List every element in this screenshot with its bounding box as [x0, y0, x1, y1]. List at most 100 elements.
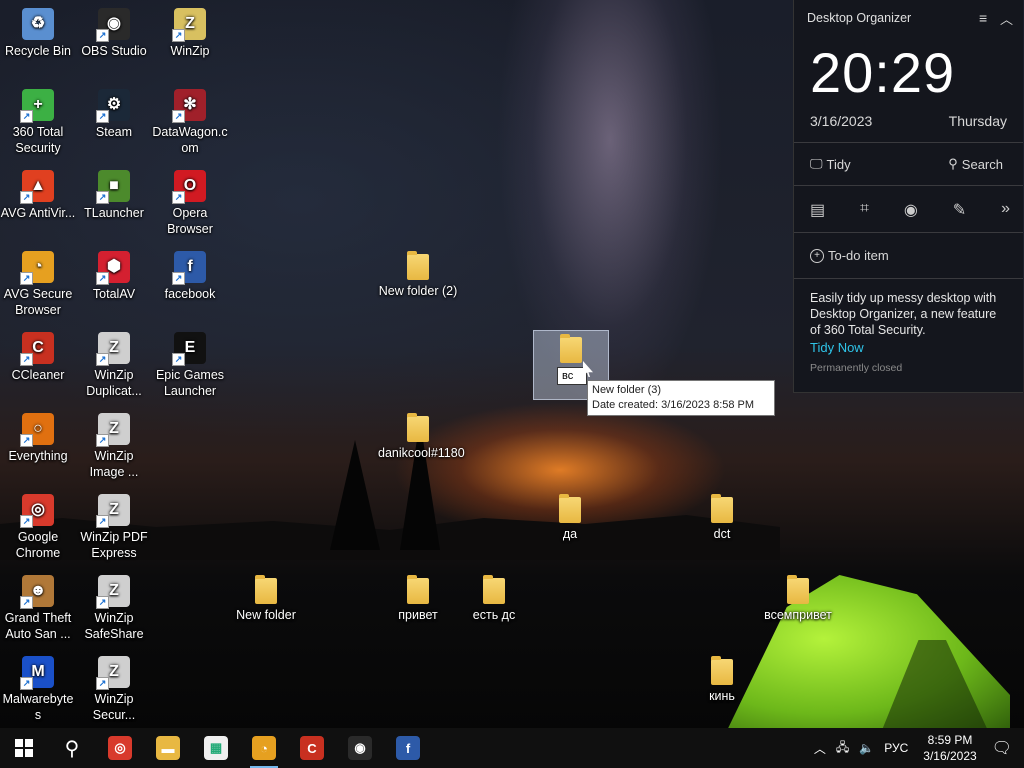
- winzip-secure-icon: Z ↗: [96, 656, 130, 690]
- crop-icon[interactable]: ⌗: [860, 200, 869, 220]
- desktop-icon[interactable]: ◔ ↗ AVG Secure Browser: [0, 251, 76, 318]
- shortcut-arrow-icon: ↗: [96, 353, 109, 366]
- menu-icon[interactable]: ≡: [979, 10, 987, 26]
- notes-icon[interactable]: ▤: [810, 200, 825, 220]
- search-icon: ⚲: [948, 156, 958, 171]
- desktop-icon[interactable]: E ↗ Epic Games Launcher: [152, 332, 228, 399]
- desktop-organizer-panel: Desktop Organizer ≡ ︿ 20:29 3/16/2023 Th…: [793, 0, 1023, 393]
- folder-icon: [559, 494, 581, 523]
- desktop-icon-label: Recycle Bin: [5, 44, 71, 58]
- desktop-icon[interactable]: ◎ ↗ Google Chrome: [0, 494, 76, 561]
- desktop-icon[interactable]: O ↗ Opera Browser: [152, 170, 228, 237]
- desktop-icon[interactable]: ♻ Recycle Bin: [0, 8, 76, 59]
- desktop-folder[interactable]: dct: [682, 494, 762, 542]
- taskbar-app-button[interactable]: C: [288, 728, 336, 768]
- search-button[interactable]: ⚲: [48, 728, 96, 768]
- tidy-label: Tidy: [826, 156, 851, 172]
- tidy-now-link[interactable]: Tidy Now: [810, 340, 864, 355]
- shortcut-arrow-icon: ↗: [20, 596, 33, 609]
- folder-icon: [711, 494, 733, 523]
- desktop-folder[interactable]: есть дс: [454, 575, 534, 623]
- shortcut-arrow-icon: ↗: [20, 272, 33, 285]
- edit-icon[interactable]: ✎: [953, 200, 966, 220]
- promo-text: Easily tidy up messy desktop with Deskto…: [810, 291, 997, 337]
- more-icon[interactable]: »: [1001, 200, 1010, 220]
- shortcut-arrow-icon: ↗: [20, 353, 33, 366]
- tidy-button[interactable]: 🖵 Tidy: [810, 156, 851, 172]
- notification-icon[interactable]: 🗨: [992, 738, 1012, 758]
- desktop-icon[interactable]: Z ↗ WinZip SafeShare: [76, 575, 152, 642]
- desktop-icon[interactable]: Z ↗ WinZip PDF Express: [76, 494, 152, 561]
- desktop-icon[interactable]: ✻ ↗ DataWagon.com: [152, 89, 228, 156]
- desktop-folder[interactable]: да: [530, 494, 610, 542]
- taskbar: ⚲ ◎ ▬ ▦ ◔ C ◉ f ︿ 🖧 🔈 РУС 8:59 PM 3/16/2023 🗨: [0, 728, 1024, 768]
- folder-label: привет: [398, 608, 438, 622]
- taskbar-app-button[interactable]: ◉: [336, 728, 384, 768]
- rename-input[interactable]: вс: [557, 367, 587, 385]
- folder-label: dct: [713, 527, 731, 541]
- ccleaner-icon: C: [300, 736, 324, 760]
- folder-icon: [560, 334, 582, 363]
- taskbar-app-button[interactable]: ◎: [96, 728, 144, 768]
- desktop-icon[interactable]: ◉ ↗ OBS Studio: [76, 8, 152, 59]
- taskbar-app-button[interactable]: ▬: [144, 728, 192, 768]
- desktop-icon[interactable]: f ↗ facebook: [152, 251, 228, 302]
- todo-item-button[interactable]: + To-do item: [810, 248, 889, 263]
- desktop-icon[interactable]: ☻ ↗ Grand Theft Auto San ...: [0, 575, 76, 642]
- folder-label: danikcool#1180: [378, 446, 465, 460]
- desktop-icon-label: TotalAV: [92, 287, 136, 301]
- desktop-icon[interactable]: ⚙ ↗ Steam: [76, 89, 152, 140]
- desktop-icon[interactable]: Z ↗ WinZip: [152, 8, 228, 59]
- desktop-icon[interactable]: ⬢ ↗ TotalAV: [76, 251, 152, 302]
- desktop-icon-label: 360 Total Security: [12, 125, 64, 155]
- taskbar-app-button[interactable]: ◔: [240, 728, 288, 768]
- search-icon: ⚲: [64, 737, 80, 760]
- desktop-icon[interactable]: Z ↗ WinZip Duplicat...: [76, 332, 152, 399]
- desktop-folder[interactable]: привет: [378, 575, 458, 623]
- desktop-icon[interactable]: M ↗ Malwarebytes: [0, 656, 76, 723]
- organizer-toolbar: ▤ ⌗ ◉ ✎ »: [810, 200, 1010, 220]
- collapse-icon[interactable]: ︿: [1000, 9, 1013, 28]
- winzip-image-icon: Z ↗: [96, 413, 130, 447]
- desktop-icon[interactable]: ○ ↗ Everything: [0, 413, 76, 464]
- folder-icon: [407, 251, 429, 280]
- volume-icon[interactable]: 🔈: [859, 741, 874, 755]
- chrome-icon: ◎ ↗: [20, 494, 54, 528]
- desktop-folder[interactable]: всемпривет: [758, 575, 838, 623]
- steam-icon: ⚙ ↗: [96, 89, 130, 123]
- obs-icon: ◉ ↗: [96, 8, 130, 42]
- obs-icon: ◉: [348, 736, 372, 760]
- desktop-icon[interactable]: + ↗ 360 Total Security: [0, 89, 76, 156]
- desktop-icon[interactable]: C ↗ CCleaner: [0, 332, 76, 383]
- organizer-day: Thursday: [948, 113, 1007, 129]
- winzip-safeshare-icon: Z ↗: [96, 575, 130, 609]
- permanently-closed-link[interactable]: Permanently closed: [810, 362, 902, 374]
- network-icon[interactable]: 🖧: [836, 738, 849, 759]
- shortcut-arrow-icon: ↗: [96, 677, 109, 690]
- desktop-folder[interactable]: кинь: [682, 656, 762, 704]
- desktop-icon[interactable]: ▲ ↗ AVG AntiVir...: [0, 170, 76, 221]
- ccleaner-icon: C ↗: [20, 332, 54, 366]
- desktop-icon[interactable]: Z ↗ WinZip Image ...: [76, 413, 152, 480]
- desktop-icon[interactable]: Z ↗ WinZip Secur...: [76, 656, 152, 723]
- desktop-icon[interactable]: ■ ↗ TLauncher: [76, 170, 152, 221]
- shortcut-arrow-icon: ↗: [96, 515, 109, 528]
- shortcut-arrow-icon: ↗: [96, 110, 109, 123]
- opera-icon: O ↗: [172, 170, 206, 204]
- chevron-up-icon[interactable]: ︿: [814, 740, 826, 757]
- taskbar-app-button[interactable]: f: [384, 728, 432, 768]
- tooltip-date: Date created: 3/16/2023 8:58 PM: [592, 399, 755, 411]
- windows-icon: [15, 739, 33, 757]
- desktop-folder[interactable]: New folder: [226, 575, 306, 623]
- start-button[interactable]: [0, 728, 48, 768]
- desktop-folder[interactable]: danikcool#1180: [378, 413, 465, 461]
- language-indicator[interactable]: РУС: [884, 741, 908, 755]
- desktop-folder[interactable]: New folder (2): [378, 251, 458, 299]
- taskbar-app-button[interactable]: ▦: [192, 728, 240, 768]
- search-button[interactable]: ⚲ Search: [948, 156, 1003, 172]
- eye-icon[interactable]: ◉: [904, 200, 918, 220]
- shortcut-arrow-icon: ↗: [96, 29, 109, 42]
- clock[interactable]: 8:59 PM 3/16/2023: [923, 732, 976, 764]
- desktop-icon-label: Epic Games Launcher: [155, 368, 225, 398]
- desktop-icon-label: OBS Studio: [81, 44, 147, 58]
